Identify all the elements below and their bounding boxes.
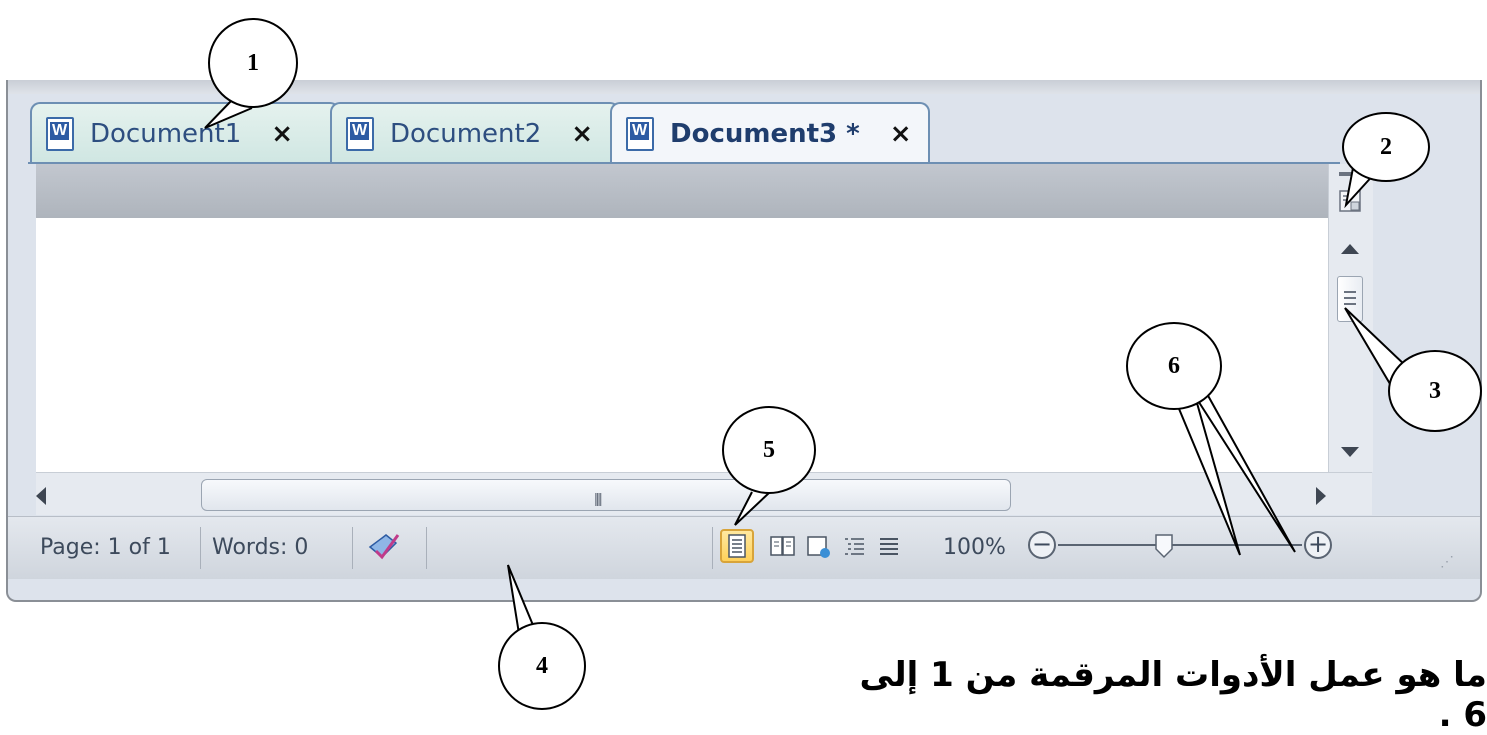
scroll-down-icon[interactable] [1341,447,1359,457]
zoom-out-icon[interactable]: − [1028,531,1056,559]
zoom-level[interactable]: 100% [943,535,1006,560]
divider [426,527,427,569]
horizontal-scrollbar[interactable]: |||| [36,472,1372,515]
question-text: ما هو عمل الأدوات المرقمة من 1 إلى 6 . [859,655,1487,735]
zoom-slider-thumb[interactable] [1154,533,1174,559]
callout-2: 2 [1342,112,1430,182]
tab-label: Document1 [90,119,242,149]
scroll-up-icon[interactable] [1341,244,1359,254]
vertical-scroll-thumb[interactable] [1337,276,1363,322]
divider [712,527,713,569]
status-bar: Page: 1 of 1 Words: 0 100% − + ⋰ [8,516,1480,579]
zoom-in-icon[interactable]: + [1304,531,1332,559]
word-window: Document1 × Document2 × Document3 * × [6,80,1482,602]
grip-icon: |||| [594,490,602,506]
divider [352,527,353,569]
word-doc-icon [346,117,374,151]
divider [200,527,201,569]
tab-document1[interactable]: Document1 × [30,102,340,164]
outline-icon[interactable] [840,529,870,563]
tab-label: Document3 * [670,119,860,149]
document-tab-strip: Document1 × Document2 × Document3 * × [8,94,1480,164]
callout-5: 5 [722,406,816,494]
ruler-area [36,164,1328,218]
page-count[interactable]: Page: 1 of 1 [40,535,171,560]
web-layout-icon[interactable] [804,529,834,563]
word-count[interactable]: Words: 0 [212,535,308,560]
print-layout-icon[interactable] [720,529,754,563]
proofing-icon[interactable] [366,529,402,565]
vertical-scrollbar[interactable] [1328,164,1373,472]
word-doc-icon [626,117,654,151]
callout-6: 6 [1126,322,1222,410]
resize-grip-icon[interactable]: ⋰ [1440,553,1454,570]
tab-document3[interactable]: Document3 * × [610,102,930,164]
view-ruler-icon[interactable] [1339,188,1363,214]
callout-4: 4 [498,622,586,710]
close-icon[interactable]: × [271,119,293,149]
tab-document2[interactable]: Document2 × [330,102,620,164]
word-doc-icon [46,117,74,151]
scroll-left-icon[interactable] [36,487,46,505]
callout-3: 3 [1388,350,1482,432]
close-icon[interactable]: × [571,119,593,149]
draft-icon[interactable] [874,529,904,563]
zoom-slider-track[interactable] [1058,544,1302,546]
scroll-right-icon[interactable] [1316,487,1326,505]
close-icon[interactable]: × [890,119,912,149]
tab-label: Document2 [390,119,542,149]
callout-1: 1 [208,18,298,108]
full-screen-reading-icon[interactable] [768,529,798,563]
horizontal-scroll-thumb[interactable]: |||| [201,479,1011,511]
